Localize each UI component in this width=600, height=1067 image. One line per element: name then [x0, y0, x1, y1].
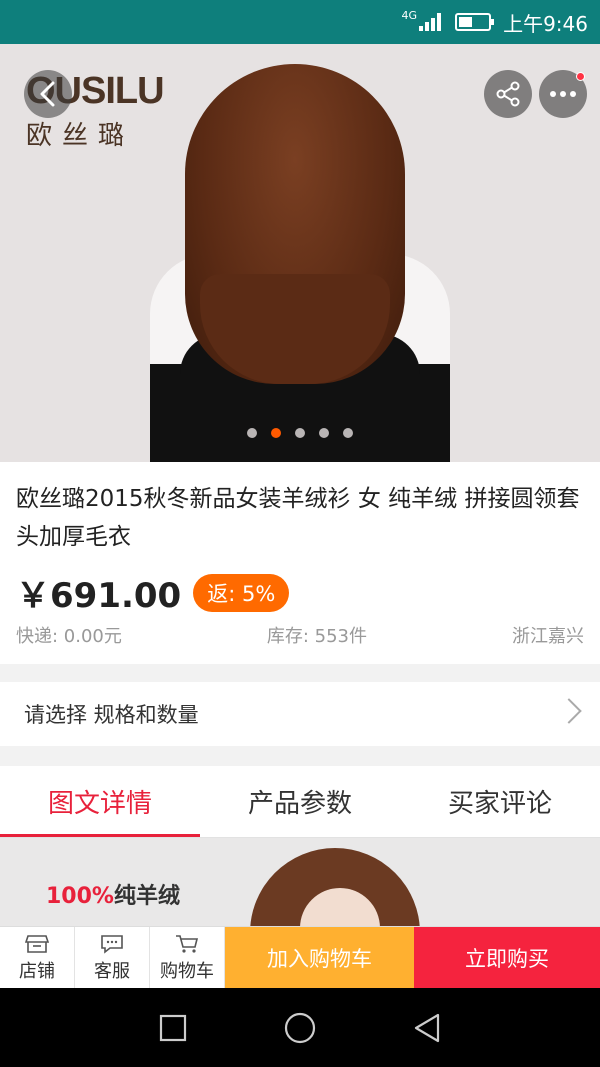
back-icon [40, 81, 55, 107]
detail-label: 100%纯羊绒 [46, 878, 180, 910]
battery-level [459, 17, 472, 27]
share-icon [496, 81, 520, 107]
network-label: 4G [401, 8, 418, 22]
share-button[interactable] [484, 70, 532, 118]
detail-label-text: 纯羊绒 [113, 884, 180, 909]
meta-row: 快递: 0.00元 库存: 553件 浙江嘉兴 [16, 622, 584, 648]
carousel-dot[interactable] [295, 428, 305, 438]
battery-icon [455, 13, 495, 31]
cart-label: 购物车 [160, 960, 214, 982]
carousel-dot[interactable] [247, 428, 257, 438]
tab-reviews[interactable]: 买家评论 [400, 766, 600, 837]
buy-now-button[interactable]: 立即购买 [414, 927, 600, 988]
cart-icon [175, 933, 199, 955]
shipping-fee: 快递: 0.00元 [16, 626, 122, 647]
notification-dot [576, 72, 585, 81]
product-image-carousel[interactable]: OUSILU 欧丝璐 [0, 44, 600, 462]
price-row: ￥691.00 返: 5% [16, 568, 290, 617]
more-button[interactable] [539, 70, 587, 118]
detail-label-pct: 100% [46, 884, 114, 909]
rebate-badge: 返: 5% [193, 573, 290, 612]
cart-button[interactable]: 购物车 [150, 927, 225, 988]
tab-detail[interactable]: 图文详情 [0, 766, 200, 837]
ship-location: 浙江嘉兴 [512, 626, 584, 647]
carousel-indicator [0, 428, 600, 438]
detail-tabs: 图文详情 产品参数 买家评论 [0, 766, 600, 838]
shop-label: 店铺 [19, 960, 55, 982]
chevron-right-icon [556, 698, 582, 724]
carousel-dot[interactable] [319, 428, 329, 438]
detail-image: 100%纯羊绒 [0, 838, 600, 928]
more-icon [550, 91, 576, 97]
triangle-back-icon[interactable] [412, 1012, 442, 1044]
circle-icon[interactable] [283, 1011, 317, 1045]
signal-icon [419, 13, 442, 31]
square-icon[interactable] [158, 1013, 188, 1043]
add-to-cart-button[interactable]: 加入购物车 [225, 927, 414, 988]
service-label: 客服 [94, 960, 130, 982]
clock: 上午9:46 [503, 11, 588, 36]
bottom-action-bar: 店铺 客服 购物车 加入购物车 立即购买 [0, 926, 600, 988]
status-bar: 4G 上午9:46 [0, 0, 600, 44]
system-nav-bar [0, 988, 600, 1067]
back-button[interactable] [24, 70, 72, 118]
spec-selector-label: 请选择 规格和数量 [24, 703, 199, 727]
chat-icon [100, 933, 124, 955]
brand-logo-cn: 欧丝璐 [26, 121, 135, 151]
stock-count: 库存: 553件 [266, 626, 368, 647]
tab-params[interactable]: 产品参数 [200, 766, 400, 837]
shop-button[interactable]: 店铺 [0, 927, 75, 988]
shop-icon [25, 933, 49, 955]
product-price: ￥691.00 [16, 576, 182, 616]
carousel-dot[interactable] [343, 428, 353, 438]
carousel-dot[interactable] [271, 428, 281, 438]
spec-selector[interactable]: 请选择 规格和数量 [0, 682, 600, 746]
product-info: 欧丝璐2015秋冬新品女装羊绒衫 女 纯羊绒 拼接圆领套头加厚毛衣 ￥691.0… [0, 462, 600, 664]
product-title: 欧丝璐2015秋冬新品女装羊绒衫 女 纯羊绒 拼接圆领套头加厚毛衣 [16, 486, 580, 550]
service-button[interactable]: 客服 [75, 927, 150, 988]
